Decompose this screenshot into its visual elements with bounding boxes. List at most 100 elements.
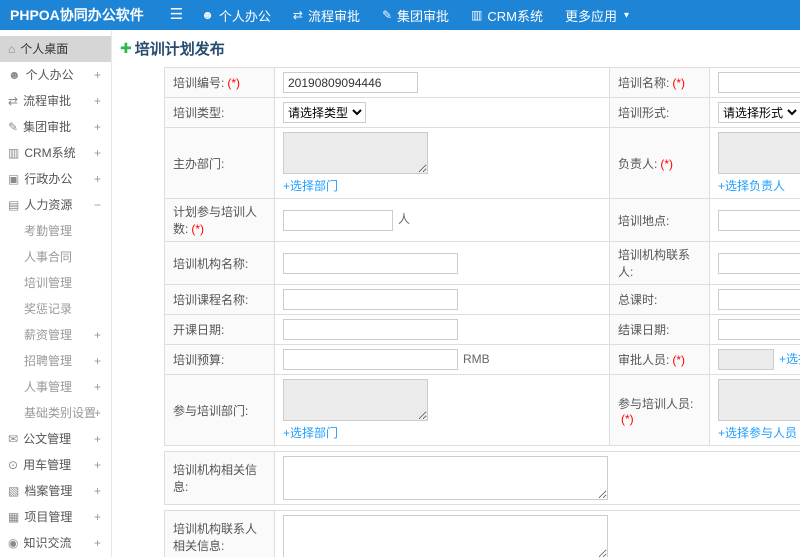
sidebar-item-vehicle-mgmt[interactable]: ⊙ 用车管理 + xyxy=(0,452,111,478)
org-name-input[interactable] xyxy=(283,252,458,274)
collapse-minus-icon[interactable]: − xyxy=(94,192,101,218)
sidebar-item-label: 档案管理 xyxy=(24,484,73,498)
expand-plus-icon[interactable]: + xyxy=(94,400,101,426)
expand-plus-icon[interactable]: + xyxy=(94,348,101,374)
expand-plus-icon[interactable]: + xyxy=(94,504,101,530)
person-icon: ☻ xyxy=(201,8,214,22)
org-contact-info-textarea[interactable] xyxy=(283,515,608,557)
sidebar-item-label: 项目管理 xyxy=(24,510,73,524)
sidebar-item-label: 集团审批 xyxy=(23,120,72,134)
sidebar-item-label: 知识交流 xyxy=(23,536,72,550)
expand-plus-icon[interactable]: + xyxy=(94,452,101,478)
training-type-select[interactable]: 请选择类型 xyxy=(283,102,366,123)
leader-label: 负责人: (*) xyxy=(609,127,710,199)
org-contact-input[interactable] xyxy=(718,252,800,274)
nav-process-approval[interactable]: ⇄ 流程审批 xyxy=(293,6,360,25)
page-title-text: 培训计划发布 xyxy=(134,41,225,58)
sidebar-item-knowledge-exchange[interactable]: ◉ 知识交流 + xyxy=(0,530,111,556)
top-nav: ☻ 个人办公 ⇄ 流程审批 ✎ 集团审批 ▥ CRM系统 更多应用 ▾ xyxy=(201,6,651,25)
expand-plus-icon[interactable]: + xyxy=(94,166,101,192)
nav-label: 集团审批 xyxy=(397,8,450,24)
start-date-input[interactable] xyxy=(283,319,458,340)
expand-plus-icon[interactable]: + xyxy=(94,374,101,400)
host-dept-textarea[interactable] xyxy=(283,132,428,174)
sidebar-item-project-mgmt[interactable]: ▦ 项目管理 + xyxy=(0,504,111,530)
select-approver-link[interactable]: +选择审批 xyxy=(779,352,800,366)
sidebar-item-personal-office[interactable]: ☻ 个人办公 + xyxy=(0,62,111,88)
select-participants-link[interactable]: +选择参与人员 xyxy=(718,424,797,441)
sidebar-item-personal-desktop[interactable]: ⌂ 个人桌面 xyxy=(0,36,111,62)
nav-more-apps[interactable]: 更多应用 ▾ xyxy=(565,6,629,25)
table-row: 培训机构名称: 培训机构联系人: xyxy=(164,241,800,285)
expand-plus-icon[interactable]: + xyxy=(94,478,101,504)
expand-plus-icon[interactable]: + xyxy=(94,530,101,556)
sidebar-item-human-resources[interactable]: ▤ 人力资源 − xyxy=(0,192,111,218)
sidebar-item-personnel-mgmt[interactable]: 人事管理 + xyxy=(0,374,111,400)
org-name-label: 培训机构名称: xyxy=(164,241,275,285)
table-row: 培训编号:(*) 培训名称:(*) xyxy=(164,67,800,98)
sidebar-item-document-mgmt[interactable]: ✉ 公文管理 + xyxy=(0,426,111,452)
expand-plus-icon[interactable]: + xyxy=(94,322,101,348)
sidebar-item-process-approval[interactable]: ⇄ 流程审批 + xyxy=(0,88,111,114)
expand-plus-icon[interactable]: + xyxy=(94,140,101,166)
budget-label: 培训预算: xyxy=(164,344,275,375)
sidebar-item-hr-contract[interactable]: 人事合同 xyxy=(0,244,111,270)
nav-personal-office[interactable]: ☻ 个人办公 xyxy=(201,6,271,25)
nav-crm-system[interactable]: ▥ CRM系统 xyxy=(471,6,543,25)
budget-input[interactable] xyxy=(283,349,458,370)
sidebar-item-label: 人事合同 xyxy=(24,250,73,264)
participant-count-input[interactable] xyxy=(283,209,393,231)
training-mode-select[interactable]: 请选择形式 xyxy=(718,102,800,123)
sidebar-item-admin-office[interactable]: ▣ 行政办公 + xyxy=(0,166,111,192)
nav-label: CRM系统 xyxy=(487,8,544,24)
sidebar-item-crm-system[interactable]: ▥ CRM系统 + xyxy=(0,140,111,166)
join-people-textarea[interactable] xyxy=(718,379,800,421)
sidebar-item-archive-mgmt[interactable]: ▧ 档案管理 + xyxy=(0,478,111,504)
sidebar-item-group-approval[interactable]: ✎ 集团审批 + xyxy=(0,114,111,140)
sidebar-item-label: 公文管理 xyxy=(23,432,72,446)
menu-icon[interactable]: ☰ xyxy=(170,0,183,30)
expand-plus-icon[interactable]: + xyxy=(94,62,101,88)
end-date-input[interactable] xyxy=(718,319,800,340)
total-hours-input[interactable] xyxy=(718,289,800,310)
nav-group-approval[interactable]: ✎ 集团审批 xyxy=(382,6,449,25)
sidebar-item-label: 行政办公 xyxy=(24,172,73,186)
training-number-input[interactable] xyxy=(283,72,418,93)
required-mark: (*) xyxy=(191,222,205,236)
nav-label: 流程审批 xyxy=(307,8,360,24)
sidebar-item-base-category-settings[interactable]: 基础类别设置 + xyxy=(0,400,111,426)
select-dept-link[interactable]: +选择部门 xyxy=(283,424,338,441)
location-input[interactable] xyxy=(718,209,800,231)
course-name-label: 培训课程名称: xyxy=(164,284,275,315)
course-name-input[interactable] xyxy=(283,289,458,310)
sidebar-item-attendance-mgmt[interactable]: 考勤管理 xyxy=(0,218,111,244)
table-row: 主办部门: +选择部门 负责人: (*) +选择负责人 xyxy=(164,127,800,199)
desktop-icon: ⌂ xyxy=(8,42,16,56)
join-dept-label: 参与培训部门: xyxy=(164,374,275,446)
sidebar-item-label: 招聘管理 xyxy=(24,354,73,368)
sidebar-item-training-mgmt[interactable]: 培训管理 xyxy=(0,270,111,296)
training-type-label: 培训类型: xyxy=(164,97,275,128)
select-dept-link[interactable]: +选择部门 xyxy=(283,177,338,194)
required-mark: (*) xyxy=(660,156,674,171)
expand-plus-icon[interactable]: + xyxy=(94,88,101,114)
sidebar-item-salary-mgmt[interactable]: 薪资管理 + xyxy=(0,322,111,348)
sidebar-item-label: 用车管理 xyxy=(23,458,72,472)
expand-plus-icon[interactable]: + xyxy=(94,114,101,140)
org-info-textarea[interactable] xyxy=(283,456,608,500)
sidebar-item-label: 流程审批 xyxy=(23,94,72,108)
green-plus-icon: ✚ xyxy=(120,40,132,56)
car-icon: ⊙ xyxy=(8,458,19,472)
sidebar-item-recruit-mgmt[interactable]: 招聘管理 + xyxy=(0,348,111,374)
expand-plus-icon[interactable]: + xyxy=(94,426,101,452)
sidebar-item-reward-punish-record[interactable]: 奖惩记录 xyxy=(0,296,111,322)
join-dept-textarea[interactable] xyxy=(283,379,428,421)
folder-icon: ▧ xyxy=(8,484,20,498)
select-leader-link[interactable]: +选择负责人 xyxy=(718,177,785,194)
sidebar-item-label: 个人办公 xyxy=(25,68,74,82)
approver-input[interactable] xyxy=(718,349,774,370)
leader-textarea[interactable] xyxy=(718,132,800,174)
start-date-label: 开课日期: xyxy=(164,314,275,345)
edit-icon: ✎ xyxy=(8,120,19,134)
training-name-input[interactable] xyxy=(718,72,800,93)
